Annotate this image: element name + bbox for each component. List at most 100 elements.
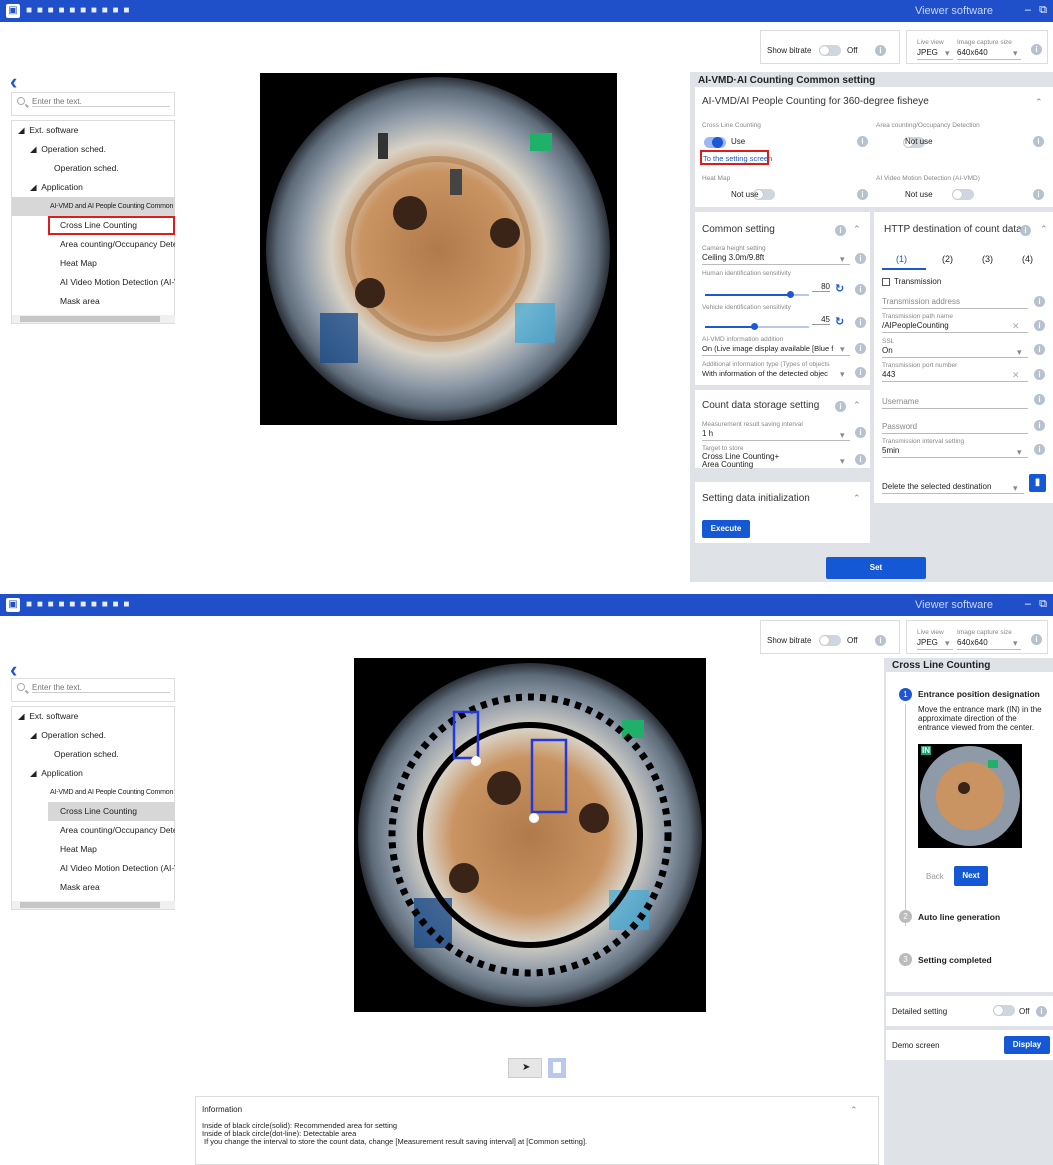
info-icon[interactable]: i	[1034, 296, 1045, 307]
chevron-up-icon[interactable]: ⌃	[853, 400, 861, 411]
sidebar-item-cross-line[interactable]: Cross Line Counting	[48, 802, 175, 821]
sidebar-item-ext-software[interactable]: ◢ Ext. software	[12, 121, 175, 140]
chevron-up-icon[interactable]: ⌃	[850, 1105, 858, 1116]
back-arrow-icon[interactable]: ‹	[10, 71, 17, 93]
interval-select[interactable]: 1 h	[702, 429, 713, 438]
info-icon[interactable]: i	[857, 189, 868, 200]
sidebar-item-ai-vmd[interactable]: AI Video Motion Detection (AI-VN	[12, 859, 175, 878]
horizontal-scrollbar[interactable]	[12, 901, 175, 909]
cross-line-toggle[interactable]	[704, 137, 726, 149]
tx-interval-select[interactable]: 5min	[882, 446, 899, 455]
info-icon[interactable]: i	[855, 317, 866, 328]
sidebar-item-area-counting[interactable]: Area counting/Occupancy Detecti	[12, 235, 175, 254]
sidebar-item-operation-sched-child[interactable]: Operation sched.	[12, 159, 175, 178]
info-icon[interactable]: i	[1033, 189, 1044, 200]
sidebar-item-common[interactable]: AI-VMD and AI People Counting Common	[12, 197, 175, 216]
capture-size-select[interactable]: 640x640	[957, 638, 988, 647]
sidebar-item-ai-vmd[interactable]: AI Video Motion Detection (AI-VN	[12, 273, 175, 292]
info-icon[interactable]: i	[855, 253, 866, 264]
human-sensitivity-slider[interactable]	[705, 294, 791, 296]
live-view-select[interactable]: JPEG	[917, 48, 938, 57]
info-icon[interactable]: i	[855, 343, 866, 354]
ai-vmd-toggle[interactable]	[951, 189, 974, 201]
sidebar-item-heat-map[interactable]: Heat Map	[12, 254, 175, 273]
info-icon[interactable]: i	[1036, 1006, 1047, 1017]
info-icon[interactable]: i	[855, 427, 866, 438]
dest-tab-2[interactable]: (2)	[942, 254, 953, 264]
add-type-select[interactable]: With information of the detected objec	[702, 369, 837, 378]
info-icon[interactable]: i	[1034, 320, 1045, 331]
dest-tab-4[interactable]: (4)	[1022, 254, 1033, 264]
chevron-up-icon[interactable]: ⌃	[1035, 97, 1043, 108]
password-field[interactable]: Password	[882, 422, 917, 431]
info-icon[interactable]: i	[875, 635, 886, 646]
back-arrow-icon[interactable]: ‹	[10, 659, 17, 681]
username-field[interactable]: Username	[882, 397, 919, 406]
reset-icon[interactable]: ↻	[835, 282, 844, 295]
target-value-line2[interactable]: Area Counting	[702, 460, 753, 469]
select-tool-button[interactable]: ➤	[508, 1058, 542, 1078]
sidebar-item-application[interactable]: ◢ Application	[12, 764, 175, 783]
sidebar-item-area-counting[interactable]: Area counting/Occupancy Detecti	[12, 821, 175, 840]
vehicle-sensitivity-slider[interactable]	[705, 326, 755, 328]
info-icon[interactable]: i	[1031, 44, 1042, 55]
delete-dest-select[interactable]: Delete the selected destination	[882, 482, 991, 491]
sidebar-item-operation-sched-child[interactable]: Operation sched.	[12, 745, 175, 764]
address-field[interactable]: Transmission address	[882, 297, 960, 306]
info-icon[interactable]: i	[835, 225, 846, 236]
set-button[interactable]: Set	[826, 557, 926, 579]
restore-icon[interactable]: ⧉	[1039, 598, 1047, 611]
execute-button[interactable]: Execute	[702, 520, 750, 538]
transmission-checkbox[interactable]	[882, 278, 890, 286]
search-input[interactable]	[32, 97, 170, 107]
minimize-icon[interactable]: –	[1025, 598, 1031, 610]
reset-icon[interactable]: ↻	[835, 315, 844, 328]
port-field[interactable]: 443	[882, 370, 895, 379]
slider-knob[interactable]	[787, 291, 794, 298]
ssl-select[interactable]: On	[882, 346, 893, 355]
info-icon[interactable]: i	[1033, 136, 1044, 147]
info-icon[interactable]: i	[1020, 225, 1031, 236]
restore-icon[interactable]: ⧉	[1039, 4, 1047, 17]
info-icon[interactable]: i	[1031, 634, 1042, 645]
slider-knob[interactable]	[751, 323, 758, 330]
detailed-setting-toggle[interactable]	[993, 1005, 1015, 1017]
info-icon[interactable]: i	[1034, 420, 1045, 431]
sidebar-item-heat-map[interactable]: Heat Map	[12, 840, 175, 859]
sidebar-item-mask-area[interactable]: Mask area	[12, 878, 175, 897]
sidebar-item-operation-sched[interactable]: ◢ Operation sched.	[12, 140, 175, 159]
capture-size-select[interactable]: 640x640	[957, 48, 988, 57]
dest-tab-1[interactable]: (1)	[896, 254, 907, 264]
info-icon[interactable]: i	[857, 136, 868, 147]
camera-height-select[interactable]: Ceiling 3.0m/9.8ft	[702, 253, 764, 262]
info-icon[interactable]: i	[1034, 394, 1045, 405]
back-button[interactable]: Back	[926, 872, 944, 881]
entrance-mark[interactable]: IN	[921, 746, 931, 755]
chevron-up-icon[interactable]: ⌃	[853, 493, 861, 504]
sidebar-item-application[interactable]: ◢ Application	[12, 178, 175, 197]
sidebar-item-mask-area[interactable]: Mask area	[12, 292, 175, 311]
next-button[interactable]: Next	[954, 866, 988, 886]
info-icon[interactable]: i	[835, 401, 846, 412]
info-add-select[interactable]: On (Live image display available [Blue f	[702, 344, 837, 353]
human-sensitivity-value[interactable]: 80	[812, 282, 830, 292]
minimize-icon[interactable]: –	[1025, 4, 1031, 16]
horizontal-scrollbar[interactable]	[12, 315, 175, 323]
search-input[interactable]	[32, 683, 170, 693]
dest-tab-3[interactable]: (3)	[982, 254, 993, 264]
bitrate-toggle[interactable]	[819, 635, 841, 647]
info-icon[interactable]: i	[855, 284, 866, 295]
info-icon[interactable]: i	[1034, 444, 1045, 455]
info-icon[interactable]: i	[875, 45, 886, 56]
clear-icon[interactable]: ✕	[1012, 321, 1020, 332]
sidebar-item-common[interactable]: AI-VMD and AI People Counting Common	[12, 783, 175, 802]
sidebar-item-operation-sched[interactable]: ◢ Operation sched.	[12, 726, 175, 745]
chevron-up-icon[interactable]: ⌃	[853, 224, 861, 235]
clear-icon[interactable]: ✕	[1012, 370, 1020, 381]
vehicle-sensitivity-value[interactable]: 45	[812, 315, 830, 325]
path-field[interactable]: /AIPeopleCounting	[882, 321, 949, 330]
chevron-up-icon[interactable]: ⌃	[1040, 224, 1048, 235]
live-view-select[interactable]: JPEG	[917, 638, 938, 647]
sidebar-item-ext-software[interactable]: ◢ Ext. software	[12, 707, 175, 726]
info-icon[interactable]: i	[855, 454, 866, 465]
